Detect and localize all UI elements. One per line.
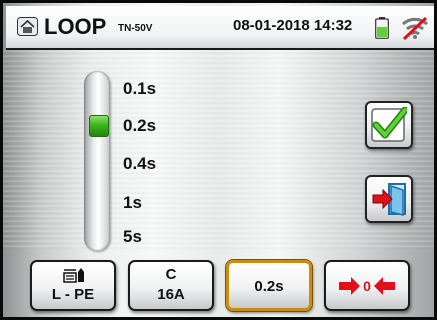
- protection-current-label: 16A: [157, 286, 185, 303]
- no-signal-icon: [402, 16, 428, 40]
- exit-button[interactable]: [365, 175, 413, 223]
- option-0-2s[interactable]: 0.2s: [123, 116, 156, 136]
- time-selector-track[interactable]: [84, 71, 110, 251]
- loop-mode-button[interactable]: L - PE: [30, 260, 116, 311]
- exit-door-icon: [372, 183, 406, 216]
- protection-curve-label: C: [165, 266, 177, 283]
- battery-icon: [375, 17, 389, 39]
- option-1s[interactable]: 1s: [123, 193, 142, 213]
- system-label: TN-50V: [118, 23, 153, 34]
- option-0-1s[interactable]: 0.1s: [123, 79, 156, 99]
- test-probe-icon: [63, 268, 84, 283]
- option-0-4s[interactable]: 0.4s: [123, 154, 156, 174]
- option-5s[interactable]: 5s: [123, 227, 142, 247]
- time-selector-knob[interactable]: [89, 115, 109, 137]
- home-icon[interactable]: [17, 17, 38, 36]
- checkmark-icon: [371, 107, 407, 142]
- zero-calibration-icon: 0: [339, 277, 395, 295]
- header-bar: LOOP TN-50V 08-01-2018 14:32: [6, 6, 434, 50]
- trip-time-button[interactable]: 0.2s: [226, 260, 312, 311]
- instrument-screen: LOOP TN-50V 08-01-2018 14:32 0.1s 0.2s 0…: [0, 0, 437, 320]
- protection-device-button[interactable]: C 16A: [128, 260, 214, 311]
- confirm-button[interactable]: [365, 101, 413, 149]
- trip-time-label: 0.2s: [254, 278, 284, 295]
- mode-label: L - PE: [51, 286, 95, 303]
- svg-text:0: 0: [363, 278, 371, 294]
- page-title: LOOP: [44, 14, 107, 39]
- zero-calibration-button[interactable]: 0: [324, 260, 410, 311]
- datetime-display: 08-01-2018 14:32: [233, 17, 353, 34]
